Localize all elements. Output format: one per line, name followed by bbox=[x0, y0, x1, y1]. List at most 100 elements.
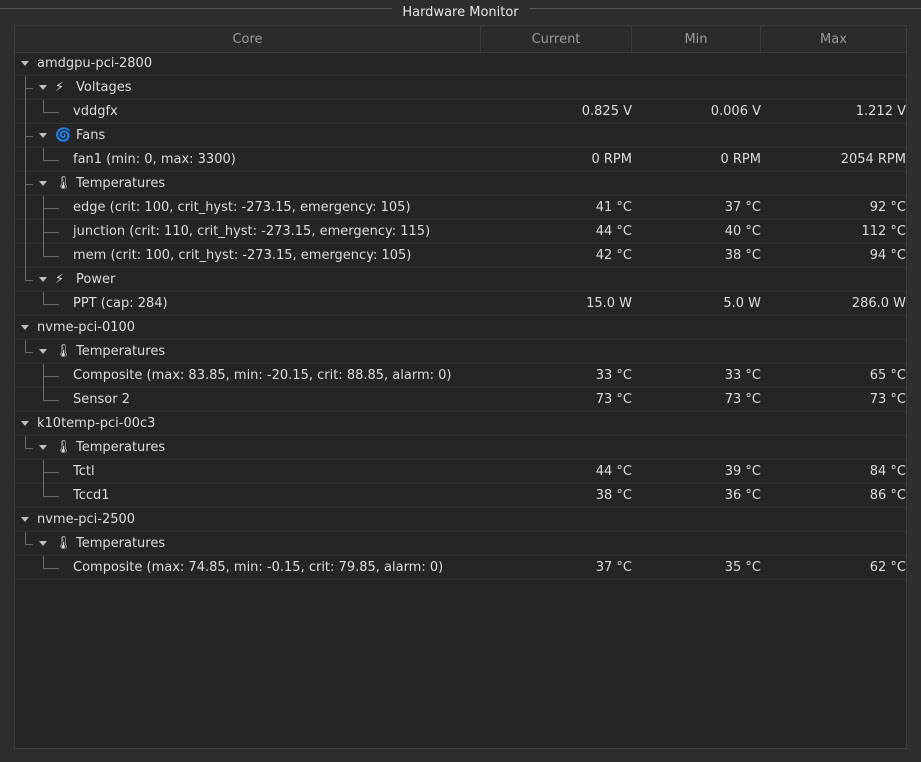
expand-chevron-icon[interactable] bbox=[39, 181, 47, 186]
sensor-max-value: 62 °C bbox=[869, 560, 906, 575]
sensor-current-value: 15.0 W bbox=[586, 296, 632, 311]
row-name-cell: Composite (max: 83.85, min: -20.15, crit… bbox=[15, 364, 481, 388]
column-header-core[interactable]: Core bbox=[15, 26, 481, 52]
expand-chevron-icon[interactable] bbox=[39, 541, 47, 546]
sensor-row[interactable]: PPT (cap: 284) 15.0 W 5.0 W 286.0 W bbox=[15, 292, 906, 316]
sensor-max-value: 1.212 V bbox=[855, 104, 906, 119]
chip-row[interactable]: amdgpu-pci-2800 bbox=[15, 52, 906, 76]
tree-line bbox=[25, 100, 26, 124]
sensor-label: Composite (max: 83.85, min: -20.15, crit… bbox=[73, 368, 452, 383]
sensor-max-value: 73 °C bbox=[869, 392, 906, 407]
chip-label: amdgpu-pci-2800 bbox=[37, 56, 153, 71]
tree-line bbox=[43, 376, 59, 377]
column-header-max[interactable]: Max bbox=[761, 26, 906, 52]
sensor-current-value: 37 °C bbox=[595, 560, 632, 575]
group-label: Temperatures bbox=[76, 176, 166, 191]
group-row[interactable]: 🌀 Fans bbox=[15, 124, 906, 148]
tree-line bbox=[43, 148, 44, 160]
tree-line bbox=[25, 352, 33, 353]
group-row[interactable]: 🌡 Temperatures bbox=[15, 340, 906, 364]
chip-row[interactable]: k10temp-pci-00c3 bbox=[15, 412, 906, 436]
group-row[interactable]: ⚡ Power bbox=[15, 268, 906, 292]
chip-row[interactable]: nvme-pci-2500 bbox=[15, 508, 906, 532]
group-row[interactable]: 🌡 Temperatures bbox=[15, 172, 906, 196]
sensor-row[interactable]: mem (crit: 100, crit_hyst: -273.15, emer… bbox=[15, 244, 906, 268]
expand-chevron-icon[interactable] bbox=[21, 421, 29, 426]
row-name-cell: 🌡 Temperatures bbox=[15, 172, 481, 196]
sensor-row[interactable]: Composite (max: 83.85, min: -20.15, crit… bbox=[15, 364, 906, 388]
lightning-icon: ⚡ bbox=[55, 80, 65, 95]
sensor-current-value: 41 °C bbox=[595, 200, 632, 215]
expand-chevron-icon[interactable] bbox=[21, 61, 29, 66]
tree-line bbox=[25, 136, 33, 137]
expand-chevron-icon[interactable] bbox=[39, 133, 47, 138]
hardware-monitor-window: Hardware Monitor Core Current Min Max am… bbox=[0, 0, 921, 762]
group-label: Temperatures bbox=[76, 344, 166, 359]
sensor-tree-view[interactable]: Core Current Min Max amdgpu-pci-2800 ⚡ Vol… bbox=[14, 25, 907, 749]
column-header-current[interactable]: Current bbox=[481, 26, 632, 52]
row-name-cell: Tccd1 bbox=[15, 484, 481, 507]
sensor-current-value: 44 °C bbox=[595, 464, 632, 479]
expand-chevron-icon[interactable] bbox=[39, 85, 47, 90]
row-name-cell: ⚡ Power bbox=[15, 268, 481, 291]
sensor-row[interactable]: Tccd1 38 °C 36 °C 86 °C bbox=[15, 484, 906, 508]
sensor-row[interactable]: Tctl 44 °C 39 °C 84 °C bbox=[15, 460, 906, 484]
row-name-cell: vddgfx bbox=[15, 100, 481, 124]
row-name-cell: amdgpu-pci-2800 bbox=[15, 52, 481, 75]
sensor-row[interactable]: Composite (max: 74.85, min: -0.15, crit:… bbox=[15, 556, 906, 580]
sensor-label: fan1 (min: 0, max: 3300) bbox=[73, 152, 236, 167]
sensor-current-value: 73 °C bbox=[595, 392, 632, 407]
sensor-row[interactable]: vddgfx 0.825 V 0.006 V 1.212 V bbox=[15, 100, 906, 124]
sensor-current-value: 33 °C bbox=[595, 368, 632, 383]
row-name-cell: fan1 (min: 0, max: 3300) bbox=[15, 148, 481, 172]
sensor-min-value: 40 °C bbox=[724, 224, 761, 239]
tree-line bbox=[43, 292, 44, 304]
tree-line bbox=[25, 148, 26, 172]
window-title-text: Hardware Monitor bbox=[402, 4, 519, 20]
tree-line bbox=[43, 244, 44, 256]
row-name-cell: Sensor 2 bbox=[15, 388, 481, 411]
row-name-cell: nvme-pci-0100 bbox=[15, 316, 481, 339]
sensor-label: mem (crit: 100, crit_hyst: -273.15, emer… bbox=[73, 248, 412, 263]
sensor-row[interactable]: edge (crit: 100, crit_hyst: -273.15, eme… bbox=[15, 196, 906, 220]
thermometer-icon: 🌡 bbox=[55, 440, 72, 455]
sensor-min-value: 36 °C bbox=[724, 488, 761, 503]
tree-line bbox=[25, 280, 33, 281]
sensor-row[interactable]: Sensor 2 73 °C 73 °C 73 °C bbox=[15, 388, 906, 412]
expand-chevron-icon[interactable] bbox=[39, 445, 47, 450]
row-name-cell: 🌀 Fans bbox=[15, 124, 481, 148]
group-row[interactable]: 🌡 Temperatures bbox=[15, 436, 906, 460]
sensor-min-value: 37 °C bbox=[724, 200, 761, 215]
tree-line bbox=[43, 556, 44, 568]
thermometer-icon: 🌡 bbox=[55, 344, 72, 359]
sensor-label: Tctl bbox=[73, 464, 95, 479]
sensor-current-value: 44 °C bbox=[595, 224, 632, 239]
expand-chevron-icon[interactable] bbox=[39, 349, 47, 354]
group-row[interactable]: 🌡 Temperatures bbox=[15, 532, 906, 556]
expand-chevron-icon[interactable] bbox=[21, 517, 29, 522]
row-name-cell: 🌡 Temperatures bbox=[15, 340, 481, 363]
column-header-min[interactable]: Min bbox=[632, 26, 761, 52]
tree-line bbox=[43, 484, 44, 496]
sensor-label: Sensor 2 bbox=[73, 392, 130, 407]
tree-line bbox=[43, 160, 59, 161]
tree-line bbox=[43, 388, 44, 400]
tree-line bbox=[25, 532, 26, 544]
column-header: Core Current Min Max bbox=[15, 26, 906, 53]
sensor-max-value: 286.0 W bbox=[851, 296, 906, 311]
sensor-row[interactable]: fan1 (min: 0, max: 3300) 0 RPM 0 RPM 2054 R… bbox=[15, 148, 906, 172]
tree-line bbox=[43, 568, 59, 569]
row-name-cell: junction (crit: 110, crit_hyst: -273.15,… bbox=[15, 220, 481, 244]
sensor-current-value: 0.825 V bbox=[581, 104, 632, 119]
chip-row[interactable]: nvme-pci-0100 bbox=[15, 316, 906, 340]
group-label: Voltages bbox=[76, 80, 132, 95]
sensor-label: Composite (max: 74.85, min: -0.15, crit:… bbox=[73, 560, 444, 575]
expand-chevron-icon[interactable] bbox=[21, 325, 29, 330]
sensor-row[interactable]: junction (crit: 110, crit_hyst: -273.15,… bbox=[15, 220, 906, 244]
row-name-cell: 🌡 Temperatures bbox=[15, 436, 481, 459]
expand-chevron-icon[interactable] bbox=[39, 277, 47, 282]
group-label: Temperatures bbox=[76, 536, 166, 551]
group-row[interactable]: ⚡ Voltages bbox=[15, 76, 906, 100]
sensor-max-value: 65 °C bbox=[869, 368, 906, 383]
sensor-max-value: 94 °C bbox=[869, 248, 906, 263]
